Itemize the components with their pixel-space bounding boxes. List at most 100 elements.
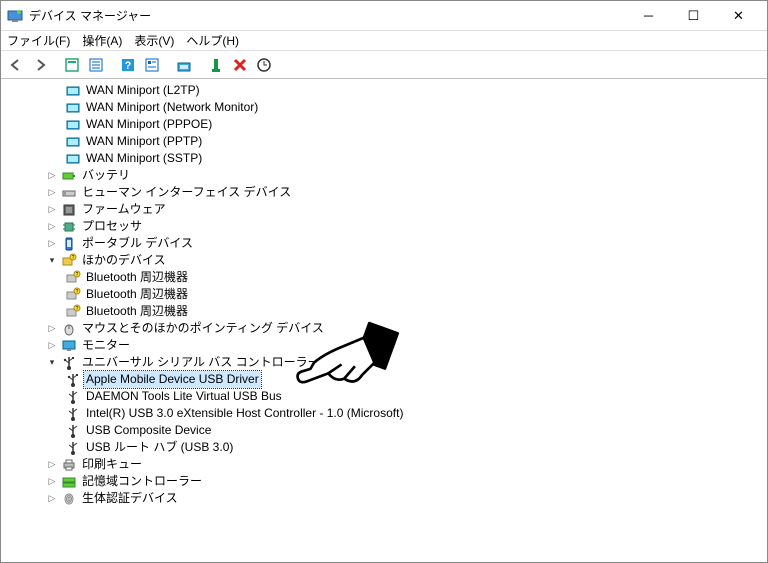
svg-text:?: ? (76, 289, 79, 295)
portable-device-icon (61, 236, 77, 252)
device-item[interactable]: ? Bluetooth 周辺機器 (5, 303, 767, 320)
maximize-button[interactable]: ☐ (671, 2, 716, 30)
titlebar: デバイス マネージャー ─ ☐ ✕ (1, 1, 767, 31)
usb-icon (65, 389, 81, 405)
category-item[interactable]: ▷ モニター (5, 337, 767, 354)
device-label: WAN Miniport (SSTP) (84, 150, 204, 167)
unknown-device-icon: ? (65, 270, 81, 286)
menu-action[interactable]: 操作(A) (82, 32, 122, 49)
category-item[interactable]: ▾ ユニバーサル シリアル バス コントローラー (5, 354, 767, 371)
network-adapter-icon (65, 117, 81, 133)
category-item[interactable]: ▷ マウスとそのほかのポインティング デバイス (5, 320, 767, 337)
category-item[interactable]: ▷ バッテリ (5, 167, 767, 184)
expand-icon[interactable]: ▷ (45, 203, 59, 217)
show-hidden-button[interactable] (61, 54, 83, 76)
device-item[interactable]: WAN Miniport (L2TP) (5, 82, 767, 99)
battery-icon (61, 168, 77, 184)
biometric-icon (61, 491, 77, 507)
window-controls: ─ ☐ ✕ (626, 2, 761, 30)
usb-icon (65, 406, 81, 422)
device-tree[interactable]: WAN Miniport (L2TP) WAN Miniport (Networ… (1, 80, 767, 562)
collapse-icon[interactable]: ▾ (45, 254, 59, 268)
expand-icon[interactable]: ▷ (45, 339, 59, 353)
device-label: Apple Mobile Device USB Driver (84, 371, 261, 388)
category-label: バッテリ (80, 167, 132, 184)
device-label: WAN Miniport (L2TP) (84, 82, 202, 99)
menu-help[interactable]: ヘルプ(H) (186, 32, 239, 49)
device-manager-icon (7, 8, 23, 24)
device-label: DAEMON Tools Lite Virtual USB Bus (84, 388, 284, 405)
device-tree-container: WAN Miniport (L2TP) WAN Miniport (Networ… (1, 79, 767, 562)
device-label: Intel(R) USB 3.0 eXtensible Host Control… (84, 405, 405, 422)
category-item[interactable]: ▾ ? ほかのデバイス (5, 252, 767, 269)
device-item[interactable]: ? Bluetooth 周辺機器 (5, 269, 767, 286)
network-adapter-icon (65, 100, 81, 116)
device-item[interactable]: USB Composite Device (5, 422, 767, 439)
monitor-icon (61, 338, 77, 354)
device-item[interactable]: DAEMON Tools Lite Virtual USB Bus (5, 388, 767, 405)
category-item[interactable]: ▷ ファームウェア (5, 201, 767, 218)
properties-button[interactable] (141, 54, 163, 76)
enable-device-button[interactable] (205, 54, 227, 76)
device-item[interactable]: WAN Miniport (Network Monitor) (5, 99, 767, 116)
expand-icon[interactable]: ▷ (45, 475, 59, 489)
uninstall-button[interactable] (229, 54, 251, 76)
forward-button[interactable] (29, 54, 51, 76)
category-label: マウスとそのほかのポインティング デバイス (80, 320, 326, 337)
expand-icon[interactable]: ▷ (45, 220, 59, 234)
scan-hardware-button[interactable] (253, 54, 275, 76)
device-label: Bluetooth 周辺機器 (84, 269, 190, 286)
expand-icon[interactable]: ▷ (45, 492, 59, 506)
network-adapter-icon (65, 83, 81, 99)
svg-text:?: ? (76, 272, 79, 278)
other-device-icon: ? (61, 253, 77, 269)
collapse-icon[interactable]: ▾ (45, 356, 59, 370)
usb-icon (65, 423, 81, 439)
minimize-button[interactable]: ─ (626, 2, 671, 30)
update-driver-button[interactable] (173, 54, 195, 76)
firmware-icon (61, 202, 77, 218)
category-item[interactable]: ▷ 印刷キュー (5, 456, 767, 473)
category-label: 印刷キュー (80, 456, 144, 473)
category-item[interactable]: ▷ 生体認証デバイス (5, 490, 767, 507)
device-label: USB ルート ハブ (USB 3.0) (84, 439, 235, 456)
device-label: WAN Miniport (PPTP) (84, 133, 204, 150)
category-item[interactable]: ▷ ヒューマン インターフェイス デバイス (5, 184, 767, 201)
storage-controller-icon (61, 474, 77, 490)
device-label: WAN Miniport (PPPOE) (84, 116, 214, 133)
device-label: Bluetooth 周辺機器 (84, 303, 190, 320)
menu-file[interactable]: ファイル(F) (7, 32, 70, 49)
expand-icon[interactable]: ▷ (45, 237, 59, 251)
toolbar-separator (53, 54, 59, 76)
svg-text:?: ? (76, 306, 79, 312)
expand-icon[interactable]: ▷ (45, 169, 59, 183)
processor-icon (61, 219, 77, 235)
mouse-icon (61, 321, 77, 337)
expand-icon[interactable]: ▷ (45, 322, 59, 336)
device-label: USB Composite Device (84, 422, 213, 439)
usb-icon (61, 355, 77, 371)
category-label: ユニバーサル シリアル バス コントローラー (80, 354, 322, 371)
category-item[interactable]: ▷ 記憶域コントローラー (5, 473, 767, 490)
menu-view[interactable]: 表示(V) (134, 32, 174, 49)
expand-icon[interactable]: ▷ (45, 186, 59, 200)
device-item[interactable]: USB ルート ハブ (USB 3.0) (5, 439, 767, 456)
details-button[interactable] (85, 54, 107, 76)
category-label: 記憶域コントローラー (80, 473, 204, 490)
help-button[interactable]: ? (117, 54, 139, 76)
device-item[interactable]: WAN Miniport (SSTP) (5, 150, 767, 167)
device-item-selected[interactable]: Apple Mobile Device USB Driver (5, 371, 767, 388)
printer-icon (61, 457, 77, 473)
expand-icon[interactable]: ▷ (45, 458, 59, 472)
category-item[interactable]: ▷ プロセッサ (5, 218, 767, 235)
toolbar: ? (1, 51, 767, 79)
device-item[interactable]: ? Bluetooth 周辺機器 (5, 286, 767, 303)
category-label: ポータブル デバイス (80, 235, 195, 252)
device-item[interactable]: Intel(R) USB 3.0 eXtensible Host Control… (5, 405, 767, 422)
device-item[interactable]: WAN Miniport (PPTP) (5, 133, 767, 150)
back-button[interactable] (5, 54, 27, 76)
close-button[interactable]: ✕ (716, 2, 761, 30)
device-item[interactable]: WAN Miniport (PPPOE) (5, 116, 767, 133)
network-adapter-icon (65, 134, 81, 150)
category-item[interactable]: ▷ ポータブル デバイス (5, 235, 767, 252)
